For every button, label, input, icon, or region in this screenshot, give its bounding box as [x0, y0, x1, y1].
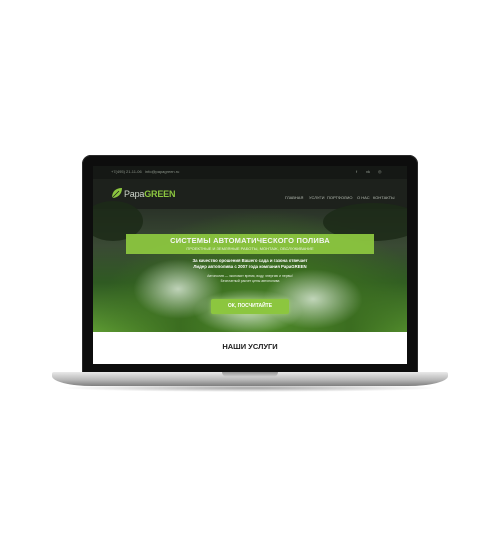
calculate-button-label: ОК, ПОСЧИТАЙТЕ — [227, 303, 273, 309]
laptop-mockup: +7(495) 21-11-06 info@papagreen.ru f vk … — [0, 0, 500, 544]
hero-lead-line-2: Лидер автополива с 2007 года компания Pa… — [193, 264, 307, 269]
nav-portfolio[interactable]: ПОРТФОЛИО — [327, 195, 353, 200]
facebook-icon[interactable]: f — [356, 169, 357, 174]
instagram-icon[interactable]: ◎ — [378, 169, 382, 174]
laptop-notch — [222, 372, 278, 377]
hero-subtitle: ПРОЕКТНЫЕ И ЗЕМЛЯНЫЕ РАБОТЫ, МОНТАЖ, ОБС… — [186, 246, 314, 251]
nav-contacts[interactable]: КОНТАКТЫ — [373, 195, 395, 200]
calculate-button[interactable]: ОК, ПОСЧИТАЙТЕ — [211, 299, 289, 314]
nav-services[interactable]: УСЛУГИ — [309, 195, 325, 200]
leaf-logo-icon[interactable] — [111, 187, 123, 199]
logo-text-light: Papa — [124, 189, 145, 199]
services-section: НАШИ УСЛУГИ — [93, 332, 407, 364]
hero-note-line-2: Бесплатный расчет цены автополива — [220, 279, 280, 283]
logo-text-bold: GREEN — [144, 189, 176, 199]
hero-title: СИСТЕМЫ АВТОМАТИЧЕСКОГО ПОЛИВА — [170, 236, 330, 245]
top-bar: +7(495) 21-11-06 info@papagreen.ru f vk … — [93, 166, 407, 180]
hero-note-line-1: Автополив — экономит время, воду, энерги… — [207, 274, 293, 278]
hero-banner: СИСТЕМЫ АВТОМАТИЧЕСКОГО ПОЛИВА ПРОЕКТНЫЕ… — [126, 234, 374, 254]
nav-home[interactable]: ГЛАВНАЯ — [285, 195, 303, 200]
site-logo[interactable]: PapaGREEN — [124, 189, 175, 199]
laptop-screen: +7(495) 21-11-06 info@papagreen.ru f vk … — [93, 166, 407, 364]
hero-section: СИСТЕМЫ АВТОМАТИЧЕСКОГО ПОЛИВА ПРОЕКТНЫЕ… — [93, 201, 407, 334]
nav-about[interactable]: О НАС — [357, 195, 370, 200]
hero-lead-line-1: За качество орошения Вашего сада и газон… — [192, 258, 308, 263]
vk-icon[interactable]: vk — [366, 169, 370, 174]
phone-number[interactable]: +7(495) 21-11-06 — [111, 169, 142, 174]
services-title: НАШИ УСЛУГИ — [222, 342, 278, 351]
email-link[interactable]: info@papagreen.ru — [145, 169, 179, 174]
